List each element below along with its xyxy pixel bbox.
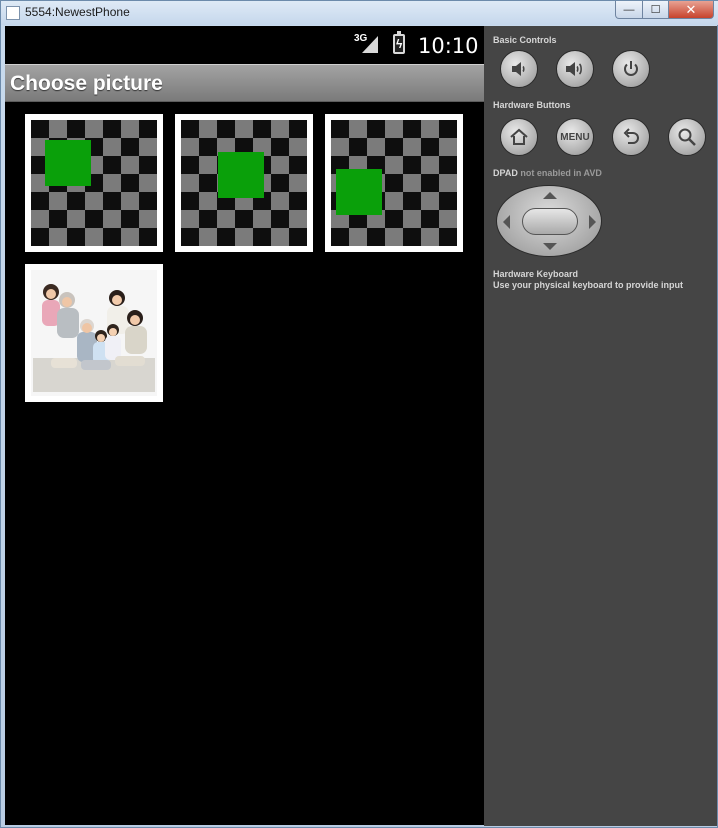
dpad-down-icon <box>543 243 557 250</box>
maximize-icon: ☐ <box>650 4 661 16</box>
gallery-thumbnail[interactable] <box>25 264 163 402</box>
status-clock: 10:10 <box>418 34 479 58</box>
search-button[interactable] <box>668 118 706 156</box>
page-title: Choose picture <box>10 72 163 95</box>
search-icon <box>678 128 696 146</box>
power-button[interactable] <box>612 50 650 88</box>
green-square <box>45 140 91 186</box>
dpad-label-strong: DPAD <box>493 168 518 178</box>
volume-up-icon <box>566 62 582 76</box>
close-button[interactable]: ✕ <box>668 1 714 19</box>
hardware-buttons-label: Hardware Buttons <box>493 100 571 110</box>
app-icon <box>6 6 20 20</box>
status-bar: 3G ϟ 10:10 <box>5 26 484 64</box>
family-photo <box>31 270 157 396</box>
device-screen[interactable]: 3G ϟ 10:10 Choose picture <box>5 26 484 825</box>
gallery-thumbnail[interactable] <box>175 114 313 252</box>
green-square <box>218 152 264 198</box>
checkerboard-image <box>181 120 307 246</box>
checkerboard-image <box>31 120 157 246</box>
charging-icon: ϟ <box>396 37 403 51</box>
keyboard-hint: Use your physical keyboard to provide in… <box>493 280 684 290</box>
power-icon <box>624 61 638 76</box>
signal-icon <box>362 36 378 53</box>
dpad[interactable] <box>496 185 602 257</box>
dpad-up-icon <box>543 192 557 199</box>
checkerboard-image <box>331 120 457 246</box>
menu-button[interactable]: MENU <box>556 118 594 156</box>
action-bar: Choose picture <box>5 64 484 102</box>
gallery-thumbnail[interactable] <box>25 114 163 252</box>
home-icon <box>510 128 528 145</box>
volume-down-icon <box>512 62 525 76</box>
back-button[interactable] <box>612 118 650 156</box>
basic-controls-label: Basic Controls <box>493 35 557 45</box>
window-titlebar[interactable]: 5554:NewestPhone — ☐ ✕ <box>1 1 718 25</box>
back-icon <box>623 128 639 144</box>
close-icon: ✕ <box>685 1 697 17</box>
family-photo-illustration <box>31 270 157 396</box>
volume-up-button[interactable] <box>556 50 594 88</box>
maximize-button[interactable]: ☐ <box>642 1 669 19</box>
volume-down-button[interactable] <box>500 50 538 88</box>
minimize-icon: — <box>623 3 635 16</box>
emulator-control-panel: Basic Controls Hardware Buttons MENU DPA… <box>484 26 717 826</box>
keyboard-label: Hardware Keyboard <box>493 269 579 279</box>
menu-button-label: MENU <box>560 131 590 143</box>
dpad-right-icon <box>589 215 596 229</box>
gallery-thumbnail[interactable] <box>325 114 463 252</box>
dpad-label: DPAD not enabled in AVD <box>493 168 602 178</box>
emulator-window: 5554:NewestPhone — ☐ ✕ 3G ϟ 10:10 Choose… <box>0 0 718 828</box>
green-square <box>336 169 382 215</box>
window-title: 5554:NewestPhone <box>25 5 130 19</box>
dpad-left-icon <box>503 215 510 229</box>
home-button[interactable] <box>500 118 538 156</box>
dpad-center-button[interactable] <box>522 208 578 235</box>
dpad-label-rest: not enabled in AVD <box>520 168 602 178</box>
minimize-button[interactable]: — <box>615 1 643 19</box>
